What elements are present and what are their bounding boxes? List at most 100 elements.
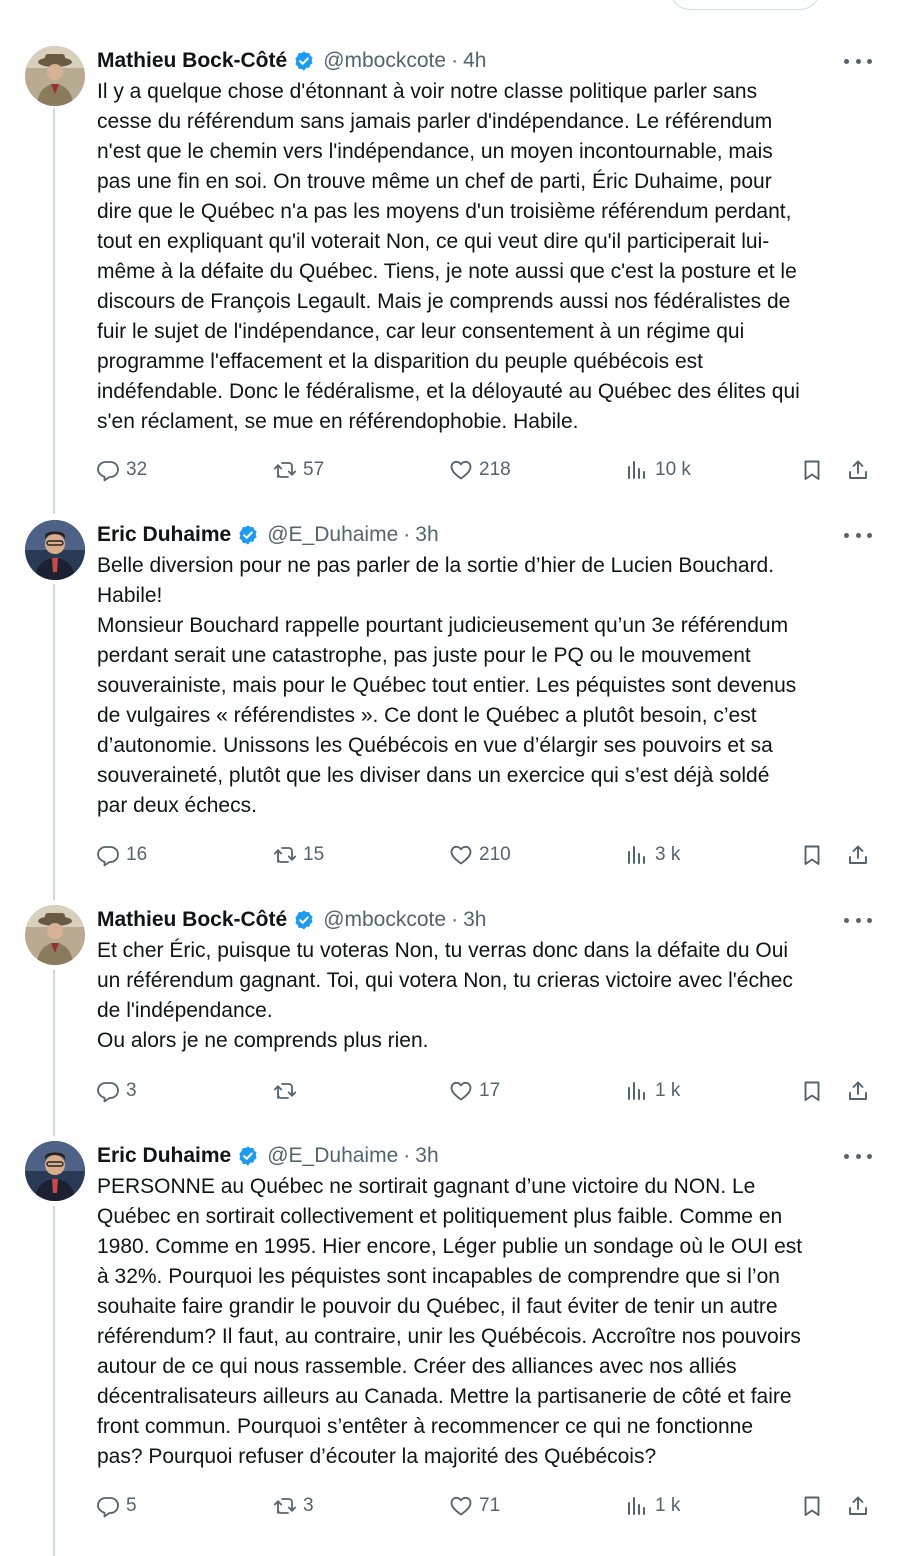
- like-button[interactable]: 71: [449, 1491, 500, 1521]
- timestamp[interactable]: 3h: [463, 908, 486, 932]
- views-button[interactable]: 1 k: [625, 1076, 680, 1106]
- tweet-text-line: autour de ce qui nous rassemble. Créer d…: [97, 1355, 737, 1378]
- tweet-text: Belle diversion pour ne pas parler de la…: [97, 551, 887, 821]
- heart-icon: [449, 1079, 473, 1103]
- author-handle[interactable]: @E_Duhaime: [267, 1144, 398, 1168]
- author-name[interactable]: Eric Duhaime: [97, 523, 231, 547]
- avatar[interactable]: [25, 520, 85, 580]
- views-count: 10 k: [655, 459, 691, 480]
- share-icon: [846, 843, 870, 867]
- views-icon: [625, 1079, 649, 1103]
- repost-button[interactable]: [273, 1076, 303, 1106]
- reply-button[interactable]: 32: [96, 455, 147, 485]
- tweet-header: Eric Duhaime @E_Duhaime · 3h: [97, 520, 439, 550]
- tweet-text-line: Monsieur Bouchard rappelle pourtant judi…: [97, 614, 789, 637]
- repost-button[interactable]: 15: [273, 840, 324, 870]
- repost-icon: [273, 843, 297, 867]
- tweet-text-line: tout en expliquant qu'il voterait Non, c…: [97, 230, 770, 253]
- views-count: 3 k: [655, 844, 681, 865]
- action-bar: 16 15 210 3 k: [0, 840, 916, 870]
- more-icon[interactable]: [844, 1145, 872, 1167]
- tweet-text: Il y a quelque chose d'étonnant à voir n…: [97, 77, 887, 437]
- bookmark-button[interactable]: [800, 1491, 824, 1521]
- tweet-text-line: fuir le sujet de l'indépendance, car leu…: [97, 320, 745, 343]
- tweet-header: Eric Duhaime @E_Duhaime · 3h: [97, 1141, 439, 1171]
- like-button[interactable]: 218: [449, 455, 511, 485]
- tweet-text-line: de vulgaires « référendistes ». Ce dont …: [97, 704, 757, 727]
- bookmark-button[interactable]: [800, 455, 824, 485]
- more-icon[interactable]: [844, 524, 872, 546]
- tweet-text-line: à 32%. Pourquoi les péquistes sont incap…: [97, 1265, 780, 1288]
- tweet-text: PERSONNE au Québec ne sortirait gagnant …: [97, 1172, 887, 1472]
- like-count: 17: [479, 1080, 501, 1101]
- reply-icon: [96, 1494, 120, 1518]
- tweet-text-line: discours de François Legault. Mais je co…: [97, 290, 791, 313]
- top-button-edge[interactable]: [670, 0, 820, 10]
- author-name[interactable]: Mathieu Bock-Côté: [97, 49, 287, 73]
- views-count: 1 k: [655, 1495, 681, 1516]
- tweet-text-line: souhaite faire grandir le pouvoir du Qué…: [97, 1295, 778, 1318]
- views-button[interactable]: 3 k: [625, 840, 680, 870]
- tweet-text-line: par deux échecs.: [97, 794, 257, 817]
- reply-icon: [96, 458, 120, 482]
- bookmark-icon: [800, 1494, 824, 1518]
- views-button[interactable]: 10 k: [625, 455, 691, 485]
- tweet-header: Mathieu Bock-Côté @mbockcote · 3h: [97, 905, 486, 935]
- separator-dot: ·: [451, 49, 459, 72]
- bookmark-button[interactable]: [800, 840, 824, 870]
- repost-button[interactable]: 57: [273, 455, 324, 485]
- share-icon: [846, 1079, 870, 1103]
- views-icon: [625, 1494, 649, 1518]
- share-icon: [846, 1494, 870, 1518]
- like-button[interactable]: 17: [449, 1076, 500, 1106]
- tweet-text-line: front commun. Pourquoi s’entêter à recom…: [97, 1415, 754, 1438]
- reply-button[interactable]: 3: [96, 1076, 137, 1106]
- repost-count: 57: [303, 459, 325, 480]
- author-name[interactable]: Mathieu Bock-Côté: [97, 908, 287, 932]
- tweet-text-line: Et cher Éric, puisque tu voteras Non, tu…: [97, 939, 789, 962]
- author-name[interactable]: Eric Duhaime: [97, 1144, 231, 1168]
- timestamp[interactable]: 3h: [415, 1144, 438, 1168]
- views-count: 1 k: [655, 1080, 681, 1101]
- reply-button[interactable]: 5: [96, 1491, 137, 1521]
- reply-count: 16: [126, 844, 148, 865]
- action-bar: 3 17 1 k: [0, 1076, 916, 1106]
- timestamp[interactable]: 4h: [463, 49, 486, 73]
- share-button[interactable]: [846, 1491, 870, 1521]
- like-button[interactable]: 210: [449, 840, 511, 870]
- tweet-text-line: n'est que le chemin vers l'indépendance,…: [97, 140, 773, 163]
- verified-badge-icon: [293, 909, 315, 931]
- separator-dot: ·: [403, 523, 411, 546]
- more-icon[interactable]: [844, 909, 872, 931]
- reply-count: 5: [126, 1495, 137, 1516]
- tweet-text-line: 1980. Comme en 1995. Hier encore, Léger …: [97, 1235, 803, 1258]
- action-bar: 32 57 218 10 k: [0, 455, 916, 485]
- share-button[interactable]: [846, 1076, 870, 1106]
- timestamp[interactable]: 3h: [415, 523, 438, 547]
- separator-dot: ·: [451, 908, 459, 931]
- share-button[interactable]: [846, 455, 870, 485]
- like-count: 218: [479, 459, 511, 480]
- verified-badge-icon: [237, 524, 259, 546]
- avatar[interactable]: [25, 905, 85, 965]
- avatar[interactable]: [25, 1141, 85, 1201]
- action-bar: 5 3 71 1 k: [0, 1491, 916, 1521]
- avatar[interactable]: [25, 46, 85, 106]
- reply-count: 32: [126, 459, 148, 480]
- repost-button[interactable]: 3: [273, 1491, 314, 1521]
- author-handle[interactable]: @mbockcote: [323, 49, 446, 73]
- bookmark-icon: [800, 843, 824, 867]
- more-icon[interactable]: [844, 50, 872, 72]
- author-handle[interactable]: @E_Duhaime: [267, 523, 398, 547]
- like-count: 210: [479, 844, 511, 865]
- views-button[interactable]: 1 k: [625, 1491, 680, 1521]
- tweet-text-line: un référendum gagnant. Toi, qui votera N…: [97, 969, 793, 992]
- tweet-text-line: Québec en sortirait collectivement et po…: [97, 1205, 783, 1228]
- verified-badge-icon: [293, 50, 315, 72]
- tweet-text-line: indéfendable. Donc le fédéralisme, et la…: [97, 380, 800, 403]
- author-handle[interactable]: @mbockcote: [323, 908, 446, 932]
- reply-button[interactable]: 16: [96, 840, 147, 870]
- thread-line: [53, 108, 55, 514]
- share-button[interactable]: [846, 840, 870, 870]
- bookmark-button[interactable]: [800, 1076, 824, 1106]
